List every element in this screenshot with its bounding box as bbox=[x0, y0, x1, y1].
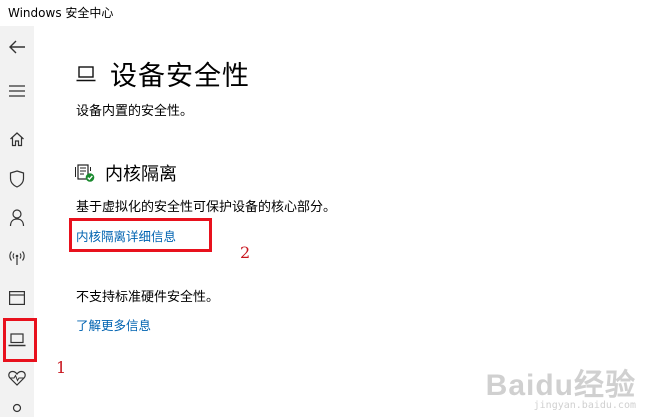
sidebar-item-account[interactable] bbox=[0, 203, 34, 233]
core-isolation-header: 内核隔离 bbox=[75, 160, 177, 186]
back-button[interactable] bbox=[0, 32, 34, 62]
page-title: 设备安全性 bbox=[110, 61, 250, 92]
watermark: Baidu经验 jingyan.baidu.com bbox=[486, 360, 636, 411]
sidebar-item-app-browser[interactable] bbox=[0, 283, 34, 313]
back-arrow-icon bbox=[9, 40, 25, 54]
title-bar: Windows 安全中心 bbox=[0, 0, 648, 26]
device-security-icon bbox=[76, 65, 96, 81]
core-isolation-description: 基于虚拟化的安全性可保护设备的核心部分。 bbox=[76, 200, 337, 215]
core-isolation-title: 内核隔离 bbox=[105, 164, 177, 185]
page-header: 设备安全性 bbox=[76, 54, 250, 93]
home-icon bbox=[10, 132, 24, 147]
sidebar-item-home[interactable] bbox=[0, 124, 34, 154]
shield-icon bbox=[9, 170, 25, 188]
hamburger-menu-icon bbox=[9, 85, 25, 97]
sidebar-item-virus-protection[interactable] bbox=[0, 164, 34, 194]
sidebar-item-device-health[interactable] bbox=[0, 363, 34, 393]
network-icon bbox=[9, 251, 25, 265]
account-icon bbox=[9, 209, 25, 227]
app-browser-icon bbox=[9, 291, 25, 305]
health-icon bbox=[8, 370, 26, 386]
window-title: Windows 安全中心 bbox=[8, 6, 114, 20]
menu-button[interactable] bbox=[0, 76, 34, 106]
annotation-label-1: 1 bbox=[56, 358, 67, 377]
annotation-label-2: 2 bbox=[240, 243, 251, 262]
watermark-logo: Baidu经验 bbox=[485, 369, 636, 402]
hardware-security-status: 不支持标准硬件安全性。 bbox=[76, 290, 220, 305]
sidebar-item-network[interactable] bbox=[0, 243, 34, 273]
family-icon bbox=[12, 403, 22, 413]
annotation-box-1 bbox=[3, 318, 37, 362]
annotation-box-2 bbox=[69, 218, 212, 252]
learn-more-link[interactable]: 了解更多信息 bbox=[76, 315, 151, 334]
page-description: 设备内置的安全性。 bbox=[76, 104, 194, 119]
core-isolation-icon bbox=[75, 164, 95, 182]
sidebar-item-family[interactable] bbox=[0, 398, 34, 418]
